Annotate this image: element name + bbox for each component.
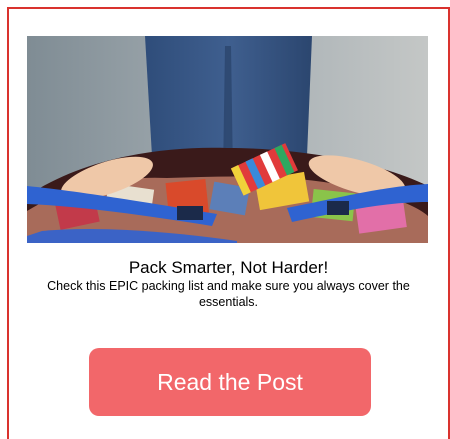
hero-image-illustration (27, 36, 428, 243)
read-post-button[interactable]: Read the Post (89, 348, 371, 416)
promo-card: Pack Smarter, Not Harder! Check this EPI… (7, 7, 450, 439)
card-description: Check this EPIC packing list and make su… (47, 279, 410, 309)
hero-image-suitcase-packing (27, 36, 428, 243)
card-title: Pack Smarter, Not Harder! (128, 258, 329, 277)
